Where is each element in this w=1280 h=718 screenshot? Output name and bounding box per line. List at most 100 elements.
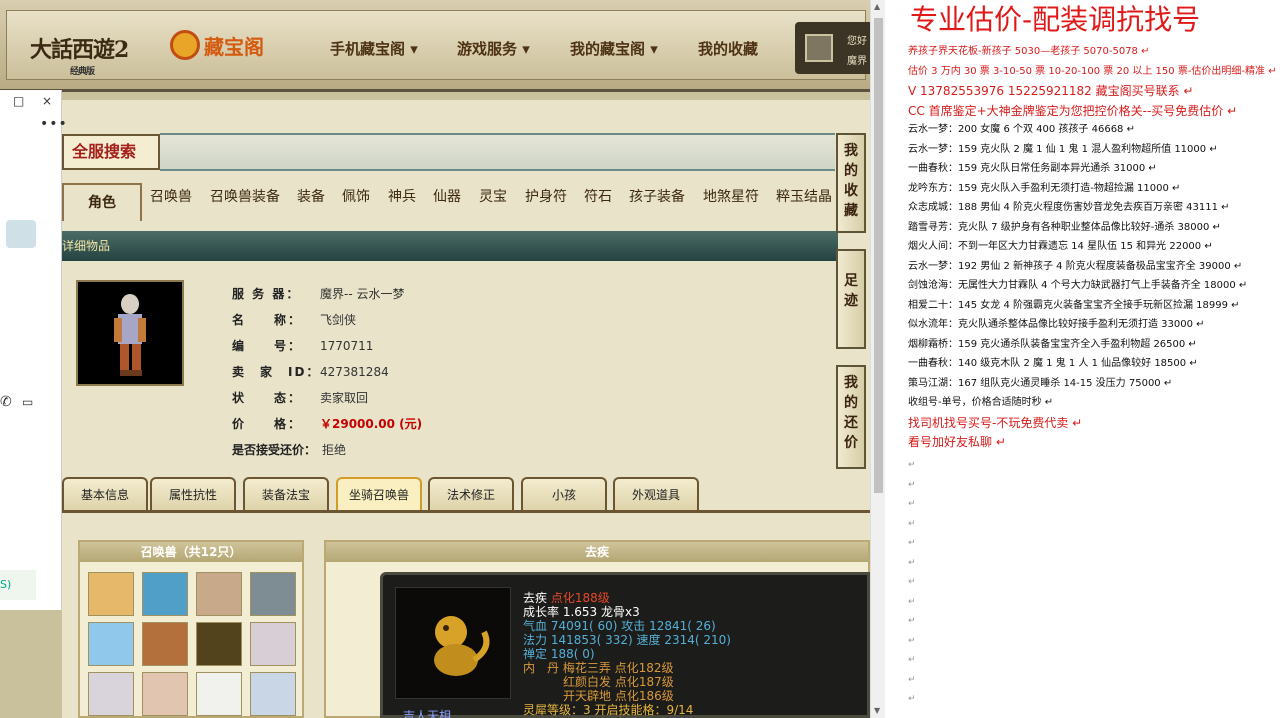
tab-accessory[interactable]: 佩饰 xyxy=(342,186,370,218)
game-web-window: 大話西遊2 经典版 藏宝阁 手机藏宝阁 ▾ 游戏服务 ▾ 我的藏宝阁 ▾ 我的收藏… xyxy=(0,0,885,718)
pet-neidan-2: 红颜白发 点化187级 xyxy=(563,675,674,689)
tab-divine-weapon[interactable]: 神兵 xyxy=(388,186,416,218)
pet-list-panel: 召唤兽（共12只） xyxy=(78,540,304,718)
tab-lingbao[interactable]: 灵宝 xyxy=(479,186,507,218)
tab-role[interactable]: 角色 xyxy=(62,183,142,221)
pet-mp-speed: 法力 141853( 332) 速度 2314( 210) xyxy=(523,633,731,647)
maximize-icon[interactable]: □ xyxy=(13,94,24,108)
close-icon[interactable]: × xyxy=(42,94,52,108)
site-header: 大話西遊2 经典版 藏宝阁 手机藏宝阁 ▾ 游戏服务 ▾ 我的藏宝阁 ▾ 我的收藏… xyxy=(0,0,875,92)
tab-fairy-item[interactable]: 仙器 xyxy=(433,186,461,218)
pet-growth: 成长率 1.653 龙骨x3 xyxy=(523,605,640,619)
game-logo-sub: 经典版 xyxy=(70,67,95,77)
more-icon[interactable]: ••• xyxy=(40,116,68,132)
pet-thumb[interactable] xyxy=(142,672,188,716)
info-seller: 卖 家 ID：427381284 xyxy=(232,363,389,383)
pet-thumb[interactable] xyxy=(88,672,134,716)
doc-line: 龙吟东方：159 克火队入手盈利无须打造-物超捡漏 11000 ↵ xyxy=(908,182,1181,194)
paragraph-mark-icon: ↵ xyxy=(908,655,916,665)
user-box[interactable]: 您好 魔界 xyxy=(795,22,875,74)
pet-thumb[interactable] xyxy=(250,572,296,616)
doc-line: 估价 3 万内 30 票 3-10-50 票 10-20-100 票 20 以上… xyxy=(908,65,1277,77)
info-status: 状 态： 卖家取回 xyxy=(232,389,368,409)
user-server: 魔界 xyxy=(847,56,867,67)
page-scrollbar[interactable]: ▲ ▼ xyxy=(870,0,885,718)
pet-thumb[interactable] xyxy=(196,572,242,616)
video-icon[interactable]: ▭ xyxy=(22,395,33,409)
id-value: 1770711 xyxy=(320,339,374,353)
nav-my-favorites[interactable]: 我的收藏 xyxy=(698,38,758,59)
scroll-up-icon[interactable]: ▲ xyxy=(874,2,880,11)
doc-line: 剑蚀沧海：无属性大力甘霖队 4 个号大力缺武器打气上手装备齐全 18000 ↵ xyxy=(908,280,1248,291)
nav-game-services[interactable]: 游戏服务 ▾ xyxy=(457,38,530,59)
game-logo-text: 大話西遊2 xyxy=(30,37,129,63)
tab-child[interactable]: 小孩 xyxy=(521,477,607,511)
tab-attr-resist[interactable]: 属性抗性 xyxy=(150,477,236,511)
nav-my-cbg[interactable]: 我的藏宝阁 ▾ xyxy=(570,38,658,59)
doc-title: 专业估价-配装调抗找号 xyxy=(910,3,1201,36)
info-server: 服 务 器： 魔界-- 云水一梦 xyxy=(232,285,404,305)
tab-basic-info[interactable]: 基本信息 xyxy=(62,477,148,511)
doc-line: 看号加好友私聊 ↵ xyxy=(908,435,1006,449)
all-server-search-title[interactable]: 全服搜索 xyxy=(62,134,160,170)
pet-thumb[interactable] xyxy=(250,622,296,666)
pet-thumb[interactable] xyxy=(142,622,188,666)
cbg-logo-text: 藏宝阁 xyxy=(204,34,264,59)
footprint-side-label: 足迹 xyxy=(844,273,858,309)
doc-line: 养孩子界天花板-新孩子 5030—老孩子 5070-5078 ↵ xyxy=(908,46,1150,57)
paragraph-mark-icon: ↵ xyxy=(908,538,916,548)
seller-label: 卖 家 ID： xyxy=(232,365,321,379)
pet-thumb[interactable] xyxy=(196,672,242,716)
bargain-value: 拒绝 xyxy=(322,443,347,457)
detail-band-text: 详细物品 xyxy=(62,239,111,253)
sticker-image xyxy=(6,220,36,248)
tab-mount-pet[interactable]: 坐骑召唤兽 xyxy=(336,477,422,511)
tab-rune-stone[interactable]: 符石 xyxy=(584,186,612,218)
pet-thumb[interactable] xyxy=(196,622,242,666)
tab-jade-crystal[interactable]: 粹玉结晶 xyxy=(776,186,832,218)
footprint-side-button[interactable]: 足迹 xyxy=(836,249,866,349)
id-label: 编 号： xyxy=(232,339,303,353)
info-name: 名 称： 飞剑侠 xyxy=(232,311,356,331)
pet-hp-attack: 气血 74091( 60) 攻击 12841( 26) xyxy=(523,619,716,633)
pet-thumb[interactable] xyxy=(88,572,134,616)
tab-spell-fix[interactable]: 法术修正 xyxy=(428,477,514,511)
phone-icon[interactable]: ✆ xyxy=(0,394,12,410)
pet-thumb[interactable] xyxy=(142,572,188,616)
tab-equip-treasure[interactable]: 装备法宝 xyxy=(243,477,329,511)
tab-child-equip[interactable]: 孩子装备 xyxy=(629,186,685,218)
pet-thumb[interactable] xyxy=(88,622,134,666)
scroll-thumb[interactable] xyxy=(874,18,883,493)
tab-star-rune[interactable]: 地煞星符 xyxy=(703,186,759,218)
scroll-down-icon[interactable]: ▼ xyxy=(874,706,880,715)
tab-equipment[interactable]: 装备 xyxy=(297,186,325,218)
doc-line: 收组号-单号，价格合适随时秒 ↵ xyxy=(908,397,1054,408)
tab-pet[interactable]: 召唤兽 xyxy=(150,186,192,218)
cbg-logo[interactable]: 藏宝阁 xyxy=(170,30,264,60)
doc-line: 烟柳霜桥：159 克火通杀队装备宝宝齐全入手盈利物超 26500 ↵ xyxy=(908,338,1197,350)
user-greeting: 您好 xyxy=(847,36,867,47)
my-bargain-side-label: 我的还价 xyxy=(844,375,858,451)
my-bargain-side-button[interactable]: 我的还价 xyxy=(836,365,866,469)
nav-mobile-cbg[interactable]: 手机藏宝阁 ▾ xyxy=(330,38,418,59)
golden-dragon-icon xyxy=(434,616,490,676)
my-favorites-side-button[interactable]: 我的收藏 xyxy=(836,133,866,233)
tab-pet-equip[interactable]: 召唤兽装备 xyxy=(210,186,280,218)
tab-amulet[interactable]: 护身符 xyxy=(525,186,567,218)
detail-band: 详细物品 xyxy=(62,231,838,261)
search-bar xyxy=(160,133,835,171)
status-label: 状 态： xyxy=(232,391,303,405)
right-side-buttons: 我的收藏 足迹 我的还价 xyxy=(836,133,866,473)
doc-line: 一曲春秋：140 级克木队 2 魔 1 鬼 1 人 1 仙品像较好 18500 … xyxy=(908,358,1198,369)
pet-thumb[interactable] xyxy=(250,672,296,716)
server-label: 服 务 器： xyxy=(232,287,301,301)
info-price: 价 格： ￥29000.00 (元) xyxy=(232,415,422,435)
price-value: ￥29000.00 (元) xyxy=(320,417,423,431)
game-logo[interactable]: 大話西遊2 经典版 xyxy=(30,32,129,77)
tab-appearance[interactable]: 外观道具 xyxy=(613,477,699,511)
paragraph-mark-icon: ↵ xyxy=(908,479,916,490)
doc-line: 似水流年：克火队通杀整体品像比较好接手盈利无须打造 33000 ↵ xyxy=(908,319,1205,330)
pet-name: 去疾 xyxy=(523,591,548,605)
pet-neidan-3: 开天辟地 点化186级 xyxy=(563,689,674,703)
price-label: 价 格： xyxy=(232,417,303,431)
